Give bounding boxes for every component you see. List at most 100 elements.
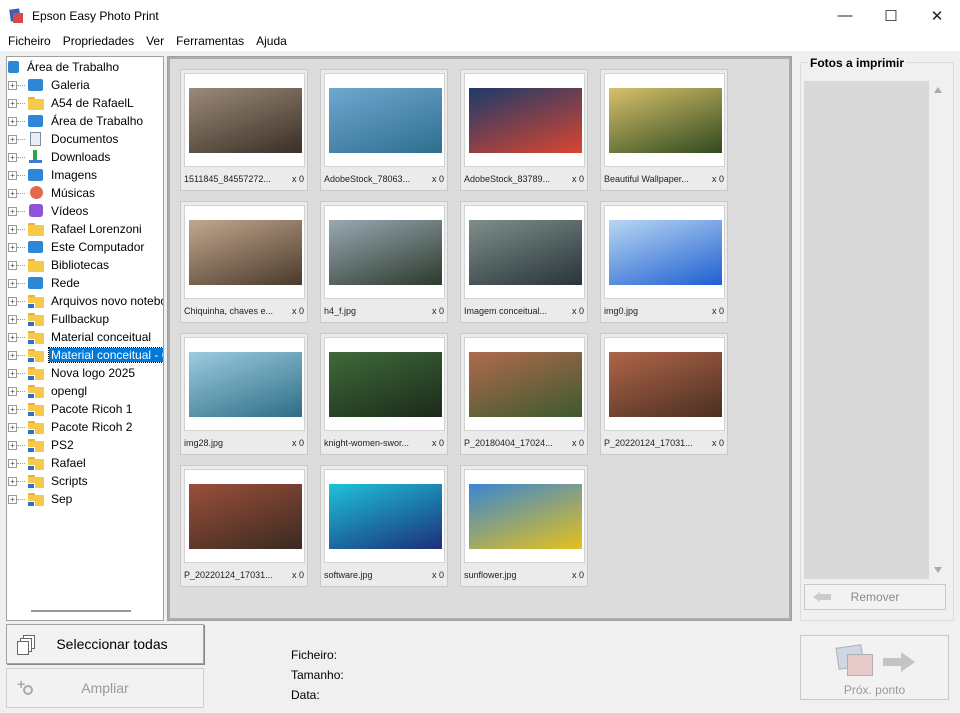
- menu-bar: Ficheiro Propriedades Ver Ferramentas Aj…: [0, 31, 960, 51]
- expand-icon[interactable]: +: [8, 80, 17, 90]
- print-count: x 0: [291, 438, 304, 448]
- close-button[interactable]: ✕: [914, 0, 960, 31]
- photo-thumbnail[interactable]: Chiquinha, chaves e... x 0: [180, 201, 308, 323]
- expand-icon[interactable]: +: [8, 116, 17, 126]
- photo-thumbnail[interactable]: 1511845_84557272... x 0: [180, 69, 308, 191]
- photo-thumbnail[interactable]: img28.jpg x 0: [180, 333, 308, 455]
- photo-thumbnail[interactable]: AdobeStock_83789... x 0: [460, 69, 588, 191]
- tree-item[interactable]: + Rafael: [8, 454, 88, 472]
- expand-icon[interactable]: +: [8, 332, 17, 342]
- expand-icon[interactable]: +: [8, 314, 17, 324]
- expand-icon[interactable]: +: [8, 494, 17, 504]
- print-count: x 0: [571, 174, 584, 184]
- tree-item[interactable]: + Rede: [8, 274, 82, 292]
- thumbnail-grid: 1511845_84557272... x 0 AdobeStock_78063..…: [170, 59, 789, 618]
- expand-icon[interactable]: +: [8, 98, 17, 108]
- tree-horizontal-scrollbar[interactable]: [31, 610, 131, 612]
- tree-item[interactable]: + A54 de RafaelL: [8, 94, 136, 112]
- tree-item[interactable]: + Material conceitual: [8, 328, 153, 346]
- expand-icon[interactable]: +: [8, 188, 17, 198]
- expand-icon[interactable]: +: [8, 170, 17, 180]
- tree-item[interactable]: + Pacote Ricoh 1: [8, 400, 134, 418]
- print-count: x 0: [711, 174, 724, 184]
- folder-tree[interactable]: Área de Trabalho + Galeria + A54 de RafaelL…: [6, 56, 164, 621]
- thumbnail-area[interactable]: 1511845_84557272... x 0 AdobeStock_78063..…: [167, 56, 792, 621]
- tree-item[interactable]: + Área de Trabalho: [8, 112, 145, 130]
- print-list[interactable]: [804, 81, 929, 579]
- expand-icon[interactable]: +: [8, 422, 17, 432]
- expand-icon[interactable]: +: [8, 224, 17, 234]
- tree-item-label: Sep: [51, 492, 73, 506]
- thumbnail-frame: [324, 205, 445, 299]
- menu-ajuda[interactable]: Ajuda: [250, 34, 293, 48]
- tree-item[interactable]: + Galeria: [8, 76, 92, 94]
- photo-thumbnail[interactable]: software.jpg x 0: [320, 465, 448, 587]
- expand-icon[interactable]: +: [8, 296, 17, 306]
- photo-image: [329, 220, 442, 285]
- tree-item[interactable]: + Este Computador: [8, 238, 146, 256]
- scroll-up-icon[interactable]: [934, 87, 942, 93]
- pages-icon: [17, 635, 37, 655]
- select-all-button[interactable]: Seleccionar todas: [6, 624, 204, 664]
- expand-icon[interactable]: +: [8, 368, 17, 378]
- menu-propriedades[interactable]: Propriedades: [57, 34, 140, 48]
- expand-icon[interactable]: +: [8, 152, 17, 162]
- tree-item[interactable]: + Material conceitual - Copia: [8, 346, 163, 364]
- tree-item[interactable]: + Músicas: [8, 184, 97, 202]
- tree-root[interactable]: Área de Trabalho: [7, 58, 121, 76]
- tree-item[interactable]: + opengl: [8, 382, 89, 400]
- photo-thumbnail[interactable]: knight-women-swor... x 0: [320, 333, 448, 455]
- expand-icon[interactable]: +: [8, 476, 17, 486]
- photo-thumbnail[interactable]: sunflower.jpg x 0: [460, 465, 588, 587]
- zoom-button[interactable]: + Ampliar: [6, 668, 204, 708]
- tree-item[interactable]: + Bibliotecas: [8, 256, 111, 274]
- next-step-button[interactable]: Próx. ponto: [800, 635, 949, 700]
- minimize-button[interactable]: —: [822, 0, 868, 31]
- expand-icon[interactable]: +: [8, 404, 17, 414]
- photo-thumbnail[interactable]: P_20180404_17024... x 0: [460, 333, 588, 455]
- maximize-button[interactable]: ☐: [868, 0, 914, 31]
- tree-item[interactable]: + Sep: [8, 490, 74, 508]
- expand-icon[interactable]: +: [8, 206, 17, 216]
- expand-icon[interactable]: +: [8, 350, 17, 360]
- print-count: x 0: [431, 174, 444, 184]
- folder-icon: [27, 96, 45, 110]
- tree-item[interactable]: + Vídeos: [8, 202, 90, 220]
- tree-item[interactable]: + Pacote Ricoh 2: [8, 418, 134, 436]
- expand-icon[interactable]: +: [8, 242, 17, 252]
- photo-thumbnail[interactable]: AdobeStock_78063... x 0: [320, 69, 448, 191]
- folder-icon: [27, 420, 45, 435]
- menu-ver[interactable]: Ver: [140, 34, 170, 48]
- tree-item[interactable]: + Downloads: [8, 148, 112, 166]
- scroll-down-icon[interactable]: [934, 567, 942, 573]
- menu-ficheiro[interactable]: Ficheiro: [2, 34, 57, 48]
- tree-item[interactable]: + Nova logo 2025: [8, 364, 137, 382]
- tree-item[interactable]: + Scripts: [8, 472, 90, 490]
- downloads-icon: [27, 150, 45, 164]
- expand-icon[interactable]: +: [8, 458, 17, 468]
- tree-item[interactable]: + Fullbackup: [8, 310, 111, 328]
- print-list-scrollbar[interactable]: [930, 81, 946, 579]
- photo-thumbnail[interactable]: P_20220124_17031... x 0: [180, 465, 308, 587]
- tree-item[interactable]: + Rafael Lorenzoni: [8, 220, 144, 238]
- remove-button[interactable]: Remover: [804, 584, 946, 610]
- expand-icon[interactable]: +: [8, 386, 17, 396]
- photo-thumbnail[interactable]: img0.jpg x 0: [600, 201, 728, 323]
- network-icon: [27, 276, 45, 290]
- tree-item[interactable]: + PS2: [8, 436, 76, 454]
- tree-item[interactable]: + Arquivos novo notebook: [8, 292, 163, 310]
- photo-thumbnail[interactable]: h4_f.jpg x 0: [320, 201, 448, 323]
- menu-ferramentas[interactable]: Ferramentas: [170, 34, 250, 48]
- photo-thumbnail[interactable]: P_20220124_17031... x 0: [600, 333, 728, 455]
- thumbnail-frame: [184, 205, 305, 299]
- expand-icon[interactable]: +: [8, 134, 17, 144]
- photo-thumbnail[interactable]: Imagem conceitual... x 0: [460, 201, 588, 323]
- folder-icon: [27, 330, 45, 345]
- expand-icon[interactable]: +: [8, 440, 17, 450]
- photo-image: [189, 484, 302, 549]
- photo-thumbnail[interactable]: Beautiful Wallpaper... x 0: [600, 69, 728, 191]
- tree-item[interactable]: + Imagens: [8, 166, 99, 184]
- tree-item[interactable]: + Documentos: [8, 130, 120, 148]
- expand-icon[interactable]: +: [8, 260, 17, 270]
- expand-icon[interactable]: +: [8, 278, 17, 288]
